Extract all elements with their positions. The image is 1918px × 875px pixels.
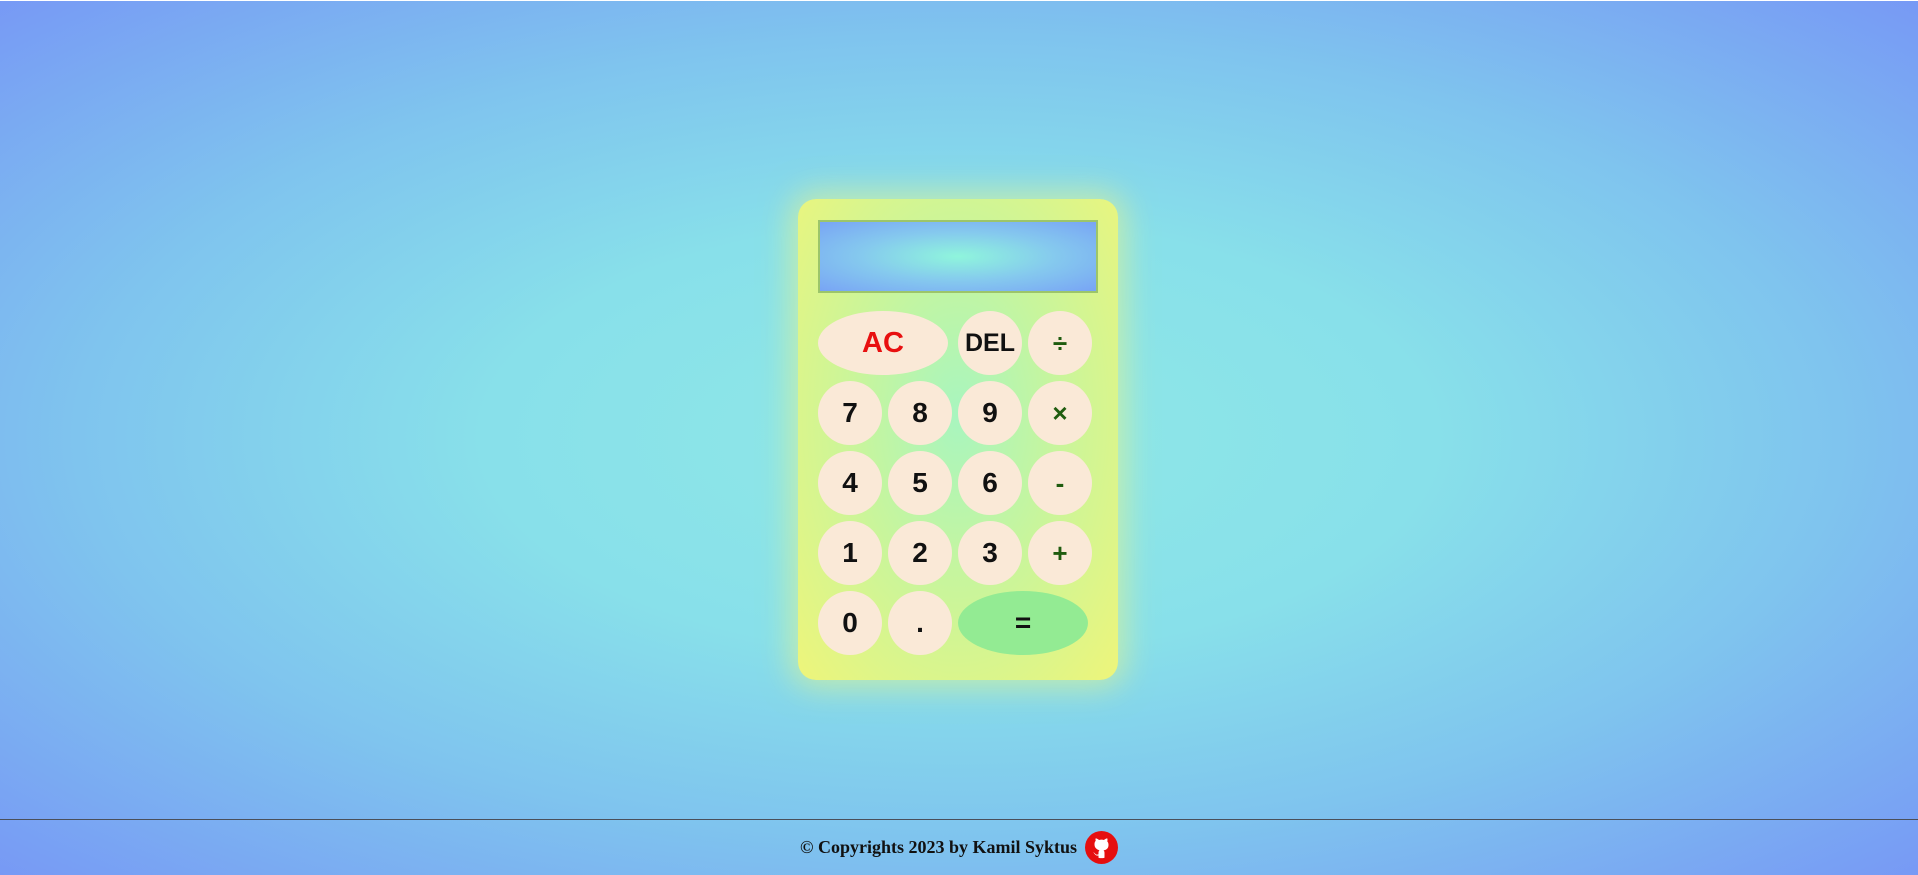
digit-8-button[interactable]: 8 xyxy=(888,381,952,445)
delete-button[interactable]: DEL xyxy=(958,311,1022,375)
digit-3-button[interactable]: 3 xyxy=(958,521,1022,585)
decimal-button[interactable]: . xyxy=(888,591,952,655)
digit-0-button[interactable]: 0 xyxy=(818,591,882,655)
top-border xyxy=(0,0,1918,1)
equals-button[interactable]: = xyxy=(958,591,1088,655)
digit-2-button[interactable]: 2 xyxy=(888,521,952,585)
digit-1-button[interactable]: 1 xyxy=(818,521,882,585)
calculator: AC DEL ÷ 7 8 9 × 4 5 6 - 1 2 3 + 0 . = xyxy=(798,199,1118,680)
copyright-text: © Copyrights 2023 by Kamil Syktus xyxy=(800,837,1077,857)
all-clear-button[interactable]: AC xyxy=(818,311,948,375)
add-button[interactable]: + xyxy=(1028,521,1092,585)
digit-6-button[interactable]: 6 xyxy=(958,451,1022,515)
github-icon[interactable] xyxy=(1085,831,1118,864)
digit-4-button[interactable]: 4 xyxy=(818,451,882,515)
github-icon-graphic xyxy=(1085,831,1118,864)
digit-9-button[interactable]: 9 xyxy=(958,381,1022,445)
multiply-button[interactable]: × xyxy=(1028,381,1092,445)
footer: © Copyrights 2023 by Kamil Syktus xyxy=(0,820,1918,875)
digit-5-button[interactable]: 5 xyxy=(888,451,952,515)
digit-7-button[interactable]: 7 xyxy=(818,381,882,445)
calculator-display xyxy=(818,220,1098,293)
subtract-button[interactable]: - xyxy=(1028,451,1092,515)
divide-button[interactable]: ÷ xyxy=(1028,311,1092,375)
